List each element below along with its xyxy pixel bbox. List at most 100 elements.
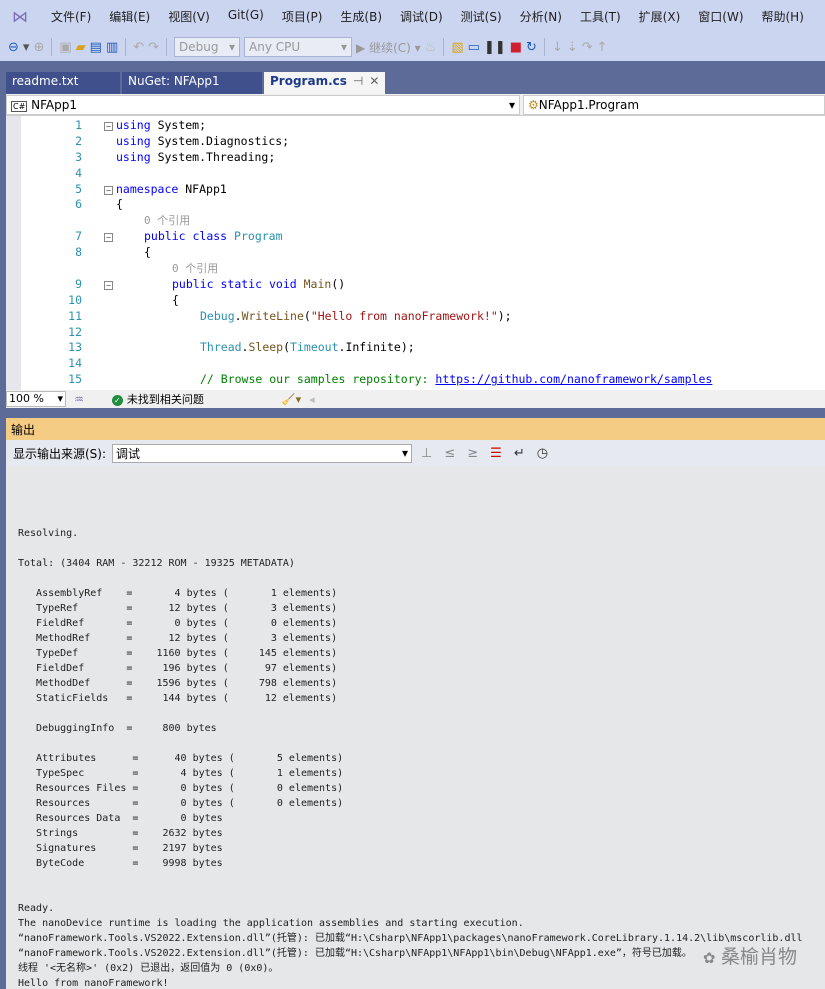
word-wrap-icon[interactable]: ↵ [511, 446, 528, 461]
find-message-icon[interactable]: ⊥ [418, 446, 435, 461]
code-cleanup-icon[interactable]: 🧹▾ [282, 393, 301, 406]
output-line: TypeRef = 12 bytes ( 3 elements) [18, 603, 338, 614]
code-token: System.Diagnostics; [157, 133, 290, 148]
collapse-icon[interactable]: − [104, 122, 113, 131]
output-text[interactable]: Resolving. Total: (3404 RAM - 32212 ROM -… [6, 466, 825, 989]
code-token: Thread [200, 340, 242, 355]
save-all-icon[interactable]: ▥ [106, 40, 118, 55]
undo-icon[interactable]: ↶ [133, 40, 144, 55]
save-icon[interactable]: ▤ [90, 40, 102, 55]
menu-item[interactable]: 窗口(W) [689, 8, 752, 25]
open-folder-icon[interactable]: ▰ [76, 40, 86, 55]
menu-item[interactable]: 扩展(X) [630, 8, 690, 25]
output-line: TypeDef = 1160 bytes ( 145 elements) [18, 648, 338, 659]
step-out-icon[interactable]: ↑ [597, 40, 608, 55]
output-line: Total: (3404 RAM - 32212 ROM - 19325 MET… [18, 558, 295, 569]
restart-icon[interactable]: ↻ [526, 40, 537, 55]
code-token: ); [497, 308, 512, 323]
pause-icon[interactable]: ❚❚ [484, 40, 506, 55]
line-number: 10 [68, 292, 82, 307]
zoom-value: 100 % [9, 392, 44, 405]
code-token: Timeout [290, 340, 339, 355]
next-message-icon[interactable]: ≥ [464, 446, 481, 461]
code-text: { [144, 245, 151, 261]
code-token: Program [234, 229, 283, 244]
code-token: .Infinite); [338, 340, 415, 355]
code-token: namespace [116, 181, 179, 196]
collapse-icon[interactable]: − [104, 280, 113, 290]
menu-item[interactable]: 生成(B) [331, 8, 391, 25]
output-line: Resources = 0 bytes ( 0 elements) [18, 798, 344, 809]
code-token: . [234, 308, 242, 323]
type-select[interactable]: ⚙NFApp1.Program [523, 95, 825, 115]
code-token: 0 个引用 [144, 214, 191, 228]
tab-nuget[interactable]: NuGet: NFApp1 [122, 72, 262, 94]
tab-program-cs[interactable]: Program.cs ⊣ ✕ [264, 72, 386, 94]
menu-item[interactable]: 工具(T) [571, 8, 630, 25]
timestamp-clock-icon[interactable]: ◷ [534, 446, 551, 461]
pin-icon[interactable]: ⊣ [353, 74, 363, 92]
step-back-icon[interactable]: ↷ [582, 40, 593, 55]
code-text: 0 个引用 [172, 261, 218, 277]
find-in-files-icon[interactable]: ▧ [451, 40, 463, 55]
code-text: using System; [116, 118, 206, 134]
code-editor[interactable]: 1− using System; 2 using System.Diagnostics… [6, 116, 825, 390]
editor-status-bar: 100 % ▾ ♒ ✓ 未找到相关问题 🧹▾ ◂ [6, 390, 825, 408]
code-text: { [172, 293, 179, 309]
continue-button[interactable]: ▶ 继续(C) ▾ [356, 39, 421, 56]
step-over-icon[interactable]: ⇣ [567, 40, 578, 55]
previous-message-icon[interactable]: ≤ [441, 446, 458, 461]
separator [125, 38, 127, 56]
menu-item[interactable]: 项目(P) [273, 8, 332, 25]
clear-all-icon[interactable]: ☰ [487, 446, 505, 461]
menu-item[interactable]: 视图(V) [159, 8, 219, 25]
output-line: ByteCode = 9998 bytes [18, 858, 223, 869]
collapse-icon[interactable]: − [104, 233, 113, 243]
output-panel-title: 输出 [6, 418, 825, 440]
menu-bar: ⋈ 文件(F) 编辑(E) 视图(V) Git(G) 项目(P) 生成(B) 调试(D) 测试… [0, 0, 825, 33]
platform-select[interactable]: Any CPU ▾ [244, 37, 353, 57]
back-icon[interactable]: ⊖ [8, 40, 19, 55]
window-layout-icon[interactable]: ▭ [468, 40, 480, 55]
tab-readme[interactable]: readme.txt [6, 72, 120, 94]
issues-indicator[interactable]: ✓ 未找到相关问题 [111, 391, 204, 407]
stop-icon[interactable]: ■ [510, 40, 522, 55]
menu-item[interactable]: 帮助(H) [753, 8, 813, 25]
project-name: NFApp1 [31, 98, 77, 112]
menu-item[interactable]: Git(G) [219, 8, 273, 25]
collapse-icon[interactable]: − [104, 185, 113, 195]
configuration-select[interactable]: Debug ▾ [174, 37, 241, 57]
project-select[interactable]: C# NFApp1 ▾ [6, 95, 520, 115]
output-line: Hello from nanoFramework! [18, 978, 169, 989]
line-number: 12 [68, 324, 82, 339]
code-text: { [116, 197, 123, 213]
code-token: { [144, 245, 151, 260]
intellicode-icon[interactable]: ♒ [74, 393, 84, 406]
menu-item[interactable]: 测试(S) [452, 8, 511, 25]
scroll-left-icon[interactable]: ◂ [309, 393, 315, 406]
zoom-select[interactable]: 100 % ▾ [6, 391, 66, 407]
new-project-icon[interactable]: ▣ [59, 40, 71, 55]
code-text: namespace NFApp1 [116, 182, 227, 198]
menu-item[interactable]: 调试(D) [391, 8, 452, 25]
code-link[interactable]: https://github.com/nanoframework/samples [435, 372, 712, 386]
close-icon[interactable]: ✕ [369, 74, 379, 92]
output-source-value: 调试 [116, 446, 141, 461]
forward-icon[interactable]: ⊕ [33, 40, 44, 55]
code-token: System; [157, 118, 207, 132]
output-source-select[interactable]: 调试 ▾ [112, 443, 413, 463]
step-into-icon[interactable]: ↓ [552, 40, 563, 55]
line-number: 1 [75, 118, 82, 132]
redo-icon[interactable]: ↷ [148, 40, 159, 55]
menu-item[interactable]: 分析(N) [511, 8, 571, 25]
menu-item[interactable]: 编辑(E) [100, 8, 159, 25]
menu-item[interactable]: 文件(F) [42, 8, 100, 25]
output-line: FieldRef = 0 bytes ( 0 elements) [18, 618, 338, 629]
line-number: 11 [68, 308, 82, 323]
hot-reload-icon[interactable]: ♨ [425, 40, 437, 55]
code-text: Thread.Sleep(Timeout.Infinite); [200, 340, 415, 356]
output-line: Resources Data = 0 bytes [18, 813, 223, 824]
